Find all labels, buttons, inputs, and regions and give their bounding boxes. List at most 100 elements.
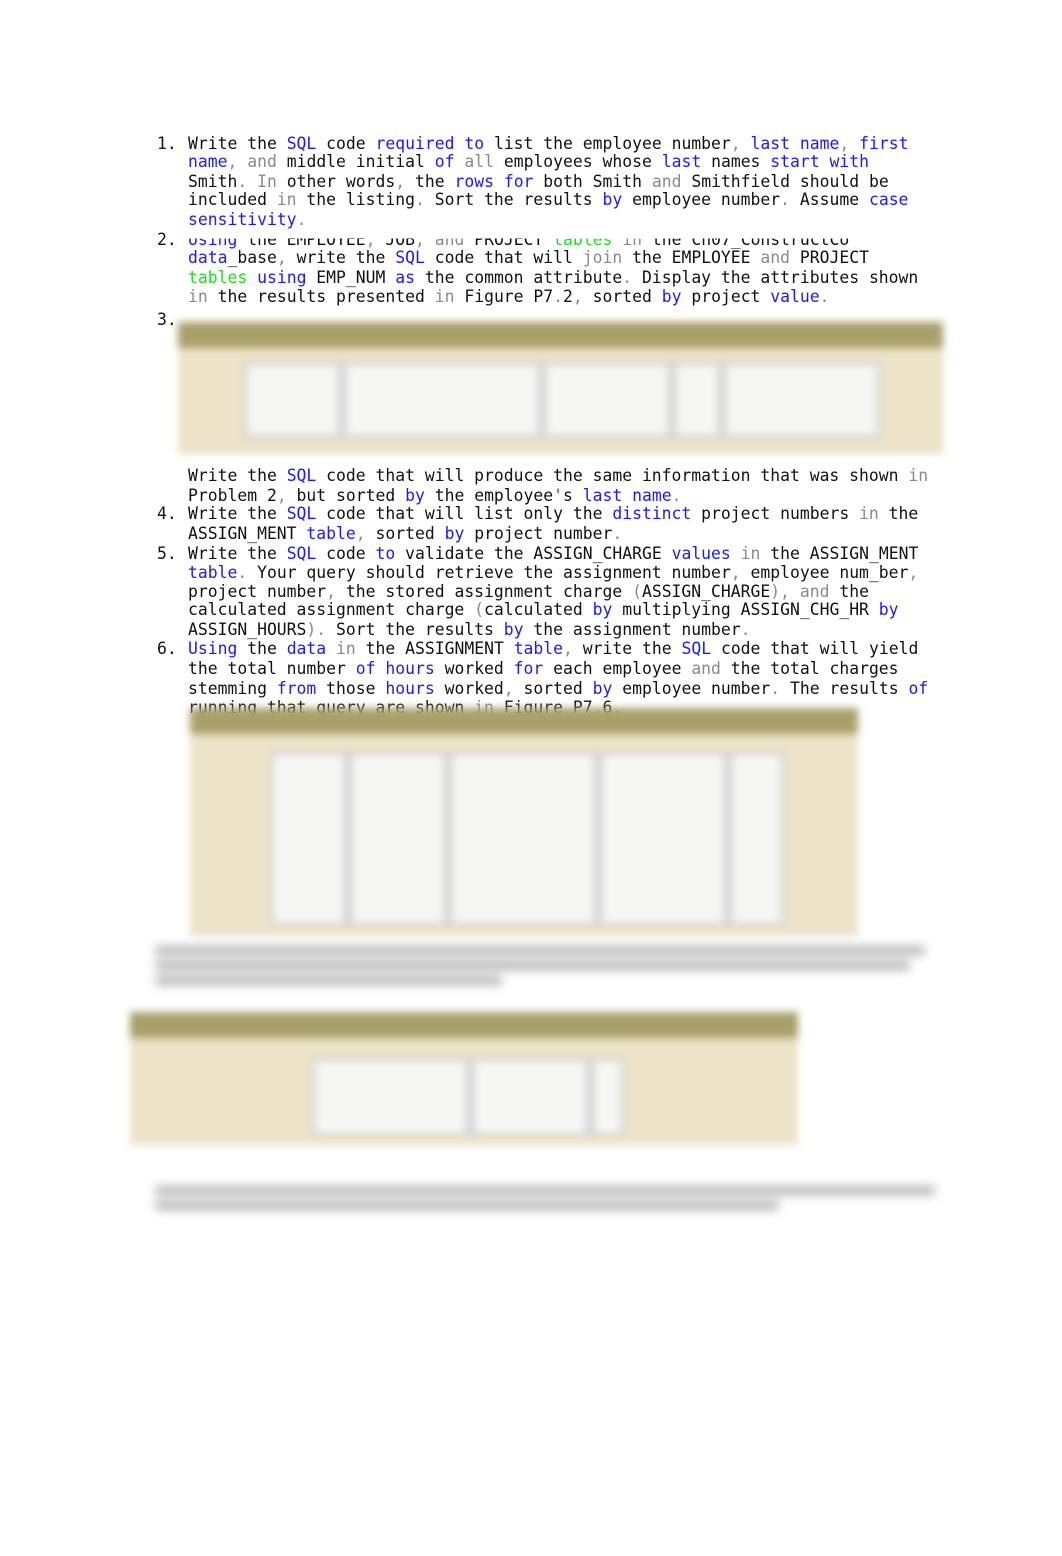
text: Write the — [188, 134, 287, 153]
muted-text: and — [760, 248, 791, 267]
muted-text: , — [730, 134, 741, 153]
text: the — [237, 639, 287, 658]
item-6-line: the total number of hours worked for eac… — [188, 659, 899, 678]
keyword-text: by — [444, 524, 465, 543]
keyword-text: from — [276, 679, 317, 698]
text: employee num_ber — [740, 563, 909, 582]
muted-text: . — [612, 524, 623, 543]
text — [326, 639, 336, 658]
muted-text: In — [257, 172, 277, 191]
keyword-text: of hours — [355, 659, 435, 678]
text: Assume — [790, 190, 869, 209]
keyword-text: as — [395, 268, 415, 287]
text: the common attribute — [415, 268, 623, 287]
keyword-text: value — [770, 287, 820, 306]
keyword-text: SQL — [286, 504, 317, 523]
keyword-text: first — [859, 134, 909, 153]
keyword-text: Using — [188, 230, 238, 249]
text: multiplying ASSIGN_CHG_HR — [612, 600, 879, 619]
apostrophe: ' — [553, 486, 564, 505]
muted-text: , — [395, 172, 406, 191]
text: the — [878, 504, 919, 523]
text — [731, 544, 741, 563]
text: ASSIGN_MENT — [188, 524, 307, 543]
figure-table — [270, 752, 784, 926]
text — [849, 134, 859, 153]
item-4-line: ASSIGN_MENT table, sorted by project num… — [188, 524, 622, 543]
keyword-text: SQL — [286, 134, 317, 153]
keyword-text: by — [592, 679, 613, 698]
text: The results — [780, 679, 909, 698]
text — [247, 172, 257, 191]
item-2-line: data_base, write the SQL code that will … — [188, 248, 869, 267]
text: the total number — [188, 659, 356, 678]
muted-text: , — [730, 563, 741, 582]
muted-text: . — [553, 287, 564, 306]
text: write the — [286, 248, 396, 267]
text: employee number — [612, 679, 771, 698]
muted-text: . — [237, 172, 248, 191]
text: code that will yield — [711, 639, 919, 658]
keyword-text: by — [592, 600, 613, 619]
keyword-text: by — [405, 486, 425, 505]
text: sorted — [582, 287, 662, 306]
text: PROJECT — [464, 230, 554, 249]
muted-text: and — [247, 152, 277, 171]
text: the — [405, 172, 455, 191]
keyword-text: SQL — [681, 639, 712, 658]
muted-text: in — [276, 190, 297, 209]
muted-text: , — [572, 287, 583, 306]
muted-text: and — [799, 582, 830, 601]
text: calculated — [484, 600, 593, 619]
text: the employee — [424, 486, 554, 505]
keyword-text: name — [188, 152, 228, 171]
keyword-text: table — [513, 639, 564, 658]
figure-title-bar — [130, 1012, 798, 1038]
item-3-line: Problem 2, but sorted by the employee's … — [188, 486, 681, 505]
keyword-text: case — [868, 190, 909, 209]
keyword-text: by — [878, 600, 899, 619]
keyword-text: distinct — [612, 504, 692, 523]
keyword-text: SQL — [286, 544, 317, 563]
text: Sort the results — [424, 190, 603, 209]
muted-text: in — [434, 287, 455, 306]
text: _base — [227, 248, 277, 267]
text: Your query should retrieve the assignmen… — [247, 563, 731, 582]
text: 2 — [563, 287, 573, 306]
muted-text: . — [740, 620, 751, 639]
muted-text: join — [582, 248, 623, 267]
text: sorted — [513, 679, 593, 698]
text — [247, 268, 257, 287]
text: stemming — [188, 679, 277, 698]
text: the Ch07_ConstructCo — [642, 230, 850, 249]
muted-text: , — [839, 134, 850, 153]
muted-text: , — [276, 486, 287, 505]
keyword-text: data — [188, 248, 228, 267]
text: both Smith — [533, 172, 652, 191]
text: ASSIGN_CHARGE — [641, 582, 771, 601]
text: code — [316, 544, 376, 563]
muted-text: , — [908, 563, 919, 582]
figure-p7-6 — [190, 708, 858, 936]
text: each employee — [543, 659, 692, 678]
text: write the — [572, 639, 682, 658]
muted-text: . — [414, 190, 425, 209]
text — [425, 239, 435, 249]
text: Figure P7 — [454, 287, 554, 306]
item-number: 2. — [157, 230, 177, 249]
muted-text: . — [780, 190, 790, 209]
figure-table — [312, 1058, 624, 1136]
keyword-text: last name — [750, 134, 840, 153]
keyword-text: start with — [770, 152, 869, 171]
text: employee number — [622, 190, 781, 209]
text: the listing — [296, 190, 415, 209]
keyword-text: table — [188, 563, 238, 582]
text: the — [829, 582, 869, 601]
text: JOB — [375, 230, 415, 249]
item-5-line: table. Your query should retrieve the as… — [188, 563, 918, 582]
keyword-text: by — [602, 190, 623, 209]
keyword-text: by — [503, 620, 524, 639]
item-4-line: Write the SQL code that will list only t… — [188, 504, 918, 523]
muted-text: . — [671, 486, 682, 505]
text: Smith — [188, 172, 238, 191]
